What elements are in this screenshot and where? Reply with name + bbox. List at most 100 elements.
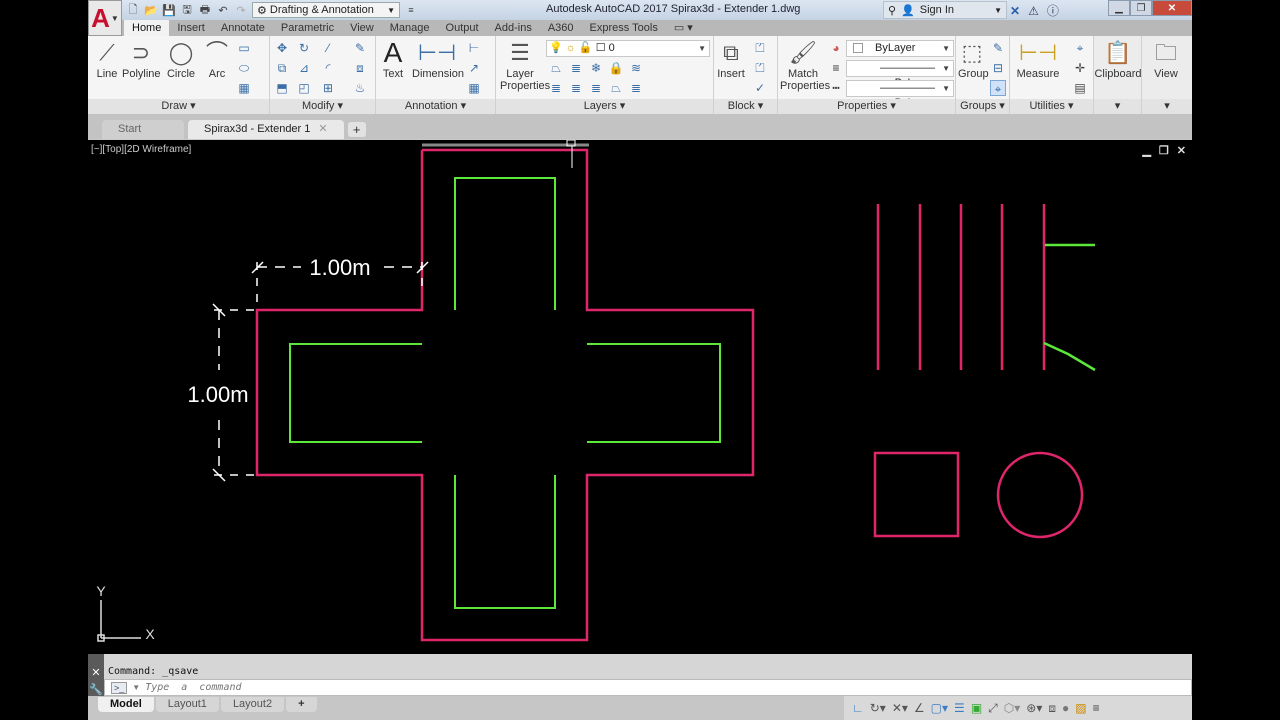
layer-off-icon[interactable]: ⏢ [548,60,564,76]
layer-freeze-icon[interactable]: ❄ [588,60,604,76]
view-button[interactable]: 🗀 View [1142,40,1190,80]
add-layout-button[interactable]: + [286,697,317,712]
inner-bottom[interactable] [454,475,556,609]
ribbon-minimize-toggle[interactable]: ▭ ▾ [666,20,701,36]
linetype-dropdown[interactable]: —————ByLayer▼ [846,80,954,109]
layout-tab-model[interactable]: Model [98,697,154,712]
fillet-icon[interactable]: ◜ [320,60,336,76]
panel-clipboard[interactable]: 📋 Clipboard ▾ [1094,36,1142,114]
file-tab-drawing[interactable]: Spirax3d - Extender 1 ✕ [188,120,344,139]
layer-isolate-icon[interactable]: ≣ [568,60,584,76]
line-button[interactable]: ⟋ Line [92,40,122,80]
measure-button[interactable]: ⊢⊣ Measure [1014,40,1062,80]
layer-on-icon[interactable]: ≣ [548,80,564,96]
osnap-icon[interactable]: ▢▾ [931,701,948,715]
workspace-dropdown[interactable]: ⚙ Drafting & Annotation ▼ [252,2,400,18]
sign-in-label[interactable]: Sign In [920,4,954,16]
command-prompt-icon[interactable]: >_ [111,681,128,694]
color-dropdown[interactable]: ByLayer ▼ [846,40,954,57]
undo-icon[interactable]: ↶ [216,3,230,17]
customize-qat-icon[interactable]: ≡ [404,3,418,17]
layout-tab-layout1[interactable]: Layout1 [155,697,219,712]
create-block-icon[interactable]: ⏍ [752,40,768,56]
dimension-button[interactable]: ⊢⊣ Dimension [412,40,464,80]
sign-in-box[interactable]: ⚲ 👤 Sign In ▼ [883,1,1007,19]
panel-block-title[interactable]: Block ▾ [714,99,777,114]
panel-utilities-title[interactable]: Utilities ▾ [1010,99,1093,114]
circle-button[interactable]: ◯ Circle [166,40,196,80]
open-icon[interactable]: 📂 [144,3,158,17]
osnap-tracking-icon[interactable]: ✕▾ [892,701,908,715]
inner-top[interactable] [454,177,556,310]
cross-outline[interactable] [255,148,755,642]
tab-annotate[interactable]: Annotate [213,20,273,36]
new-icon[interactable]: 🗋 [126,3,140,17]
panel-groups-title[interactable]: Groups ▾ [956,99,1009,114]
close-command-icon[interactable]: ✕ [88,666,104,679]
stay-connected-icon[interactable]: ⚠ [1028,4,1039,18]
tab-output[interactable]: Output [438,20,487,36]
layer-lock-icon[interactable]: 🔒 [608,60,624,76]
panel-view[interactable]: 🗀 View ▾ [1142,36,1192,114]
group-button[interactable]: ⬚ Group [958,40,989,80]
insert-button[interactable]: ⧉ Insert [716,40,746,80]
viewport-minimize-icon[interactable]: ▁ [1142,144,1150,157]
layer-thaw-icon[interactable]: ≣ [588,80,604,96]
view-expand[interactable]: ▾ [1142,99,1192,114]
edit-block-icon[interactable]: ⏍ [752,60,768,76]
layer-walk-icon[interactable]: ≣ [628,80,644,96]
tab-parametric[interactable]: Parametric [273,20,342,36]
panel-layers-title[interactable]: Layers ▾ [496,99,713,114]
command-input[interactable] [145,682,546,693]
group-selection-icon[interactable]: ⌖ [990,80,1006,96]
transparency-icon[interactable]: ▣ [971,701,982,715]
hardware-icon[interactable]: ● [1062,701,1069,715]
panel-modify-title[interactable]: Modify ▾ [270,99,375,114]
command-input-box[interactable]: >_ ▼ [104,679,1192,696]
application-menu-button[interactable]: A ▼ [88,0,122,36]
layer-match-icon[interactable]: ≋ [628,60,644,76]
array-icon[interactable]: ⊞ [320,80,336,96]
tab-home[interactable]: Home [124,20,170,36]
linear-dim-icon[interactable]: ⊢ [466,40,482,56]
drawing-viewport[interactable]: 1.00m 1.00m Y X [−][Top][2D Wireframe] ▁… [88,140,1192,654]
clean-screen-icon[interactable]: ▨ [1075,701,1086,715]
tab-manage[interactable]: Manage [382,20,438,36]
help-icon[interactable]: ⓘ [1047,2,1059,19]
tab-add-ins[interactable]: Add-ins [487,20,540,36]
text-button[interactable]: A Text [378,39,408,81]
panel-properties-title[interactable]: Properties ▾ [778,99,955,114]
panel-draw-title[interactable]: Draw ▾ [88,99,269,114]
close-tab-icon[interactable]: ✕ [318,123,327,135]
ungroup-icon[interactable]: ✎ [990,40,1006,56]
new-tab-button[interactable]: + [347,122,366,137]
drawing-canvas[interactable]: 1.00m 1.00m Y X [88,140,1192,654]
binoculars-icon[interactable]: ⚲ [888,4,896,17]
viewport-restore-icon[interactable]: ❐ [1159,144,1169,157]
customize-wrench-icon[interactable]: 🔧 [88,683,104,696]
erase-icon[interactable]: ✎ [352,40,368,56]
plot-icon[interactable]: 🖶 [198,3,212,17]
group-edit-icon[interactable]: ⊟ [990,60,1006,76]
tab-a360[interactable]: A360 [540,20,582,36]
lineweight-icon[interactable]: ☰ [954,701,965,715]
vertical-lines[interactable] [876,204,1046,370]
match-properties-button[interactable]: 🖌 Match Properties [780,40,830,92]
redo-icon[interactable]: ↷ [234,3,248,17]
minimize-button[interactable]: ▁ [1108,0,1130,16]
tab-express-tools[interactable]: Express Tools [582,20,666,36]
inner-right[interactable] [587,343,721,443]
square-shape[interactable] [873,451,960,538]
layer-properties-button[interactable]: ☰ Layer Properties [500,40,550,92]
viewport-controls-label[interactable]: [−][Top][2D Wireframe] [91,144,191,155]
inner-left[interactable] [289,343,422,443]
edit-attributes-icon[interactable]: ✓ [752,80,768,96]
clipboard-button[interactable]: 📋 Clipboard [1094,40,1142,80]
isolate-icon[interactable]: ⧈ [1048,701,1056,716]
exchange-apps-icon[interactable]: ✕ [1010,4,1020,18]
stretch-icon[interactable]: ⬒ [274,80,290,96]
mirror-icon[interactable]: ⊿ [296,60,312,76]
layer-unlock-icon[interactable]: ⏢ [608,80,624,96]
hatch-icon[interactable]: ▦ [236,80,252,96]
copy-icon[interactable]: ⧉ [274,60,290,76]
